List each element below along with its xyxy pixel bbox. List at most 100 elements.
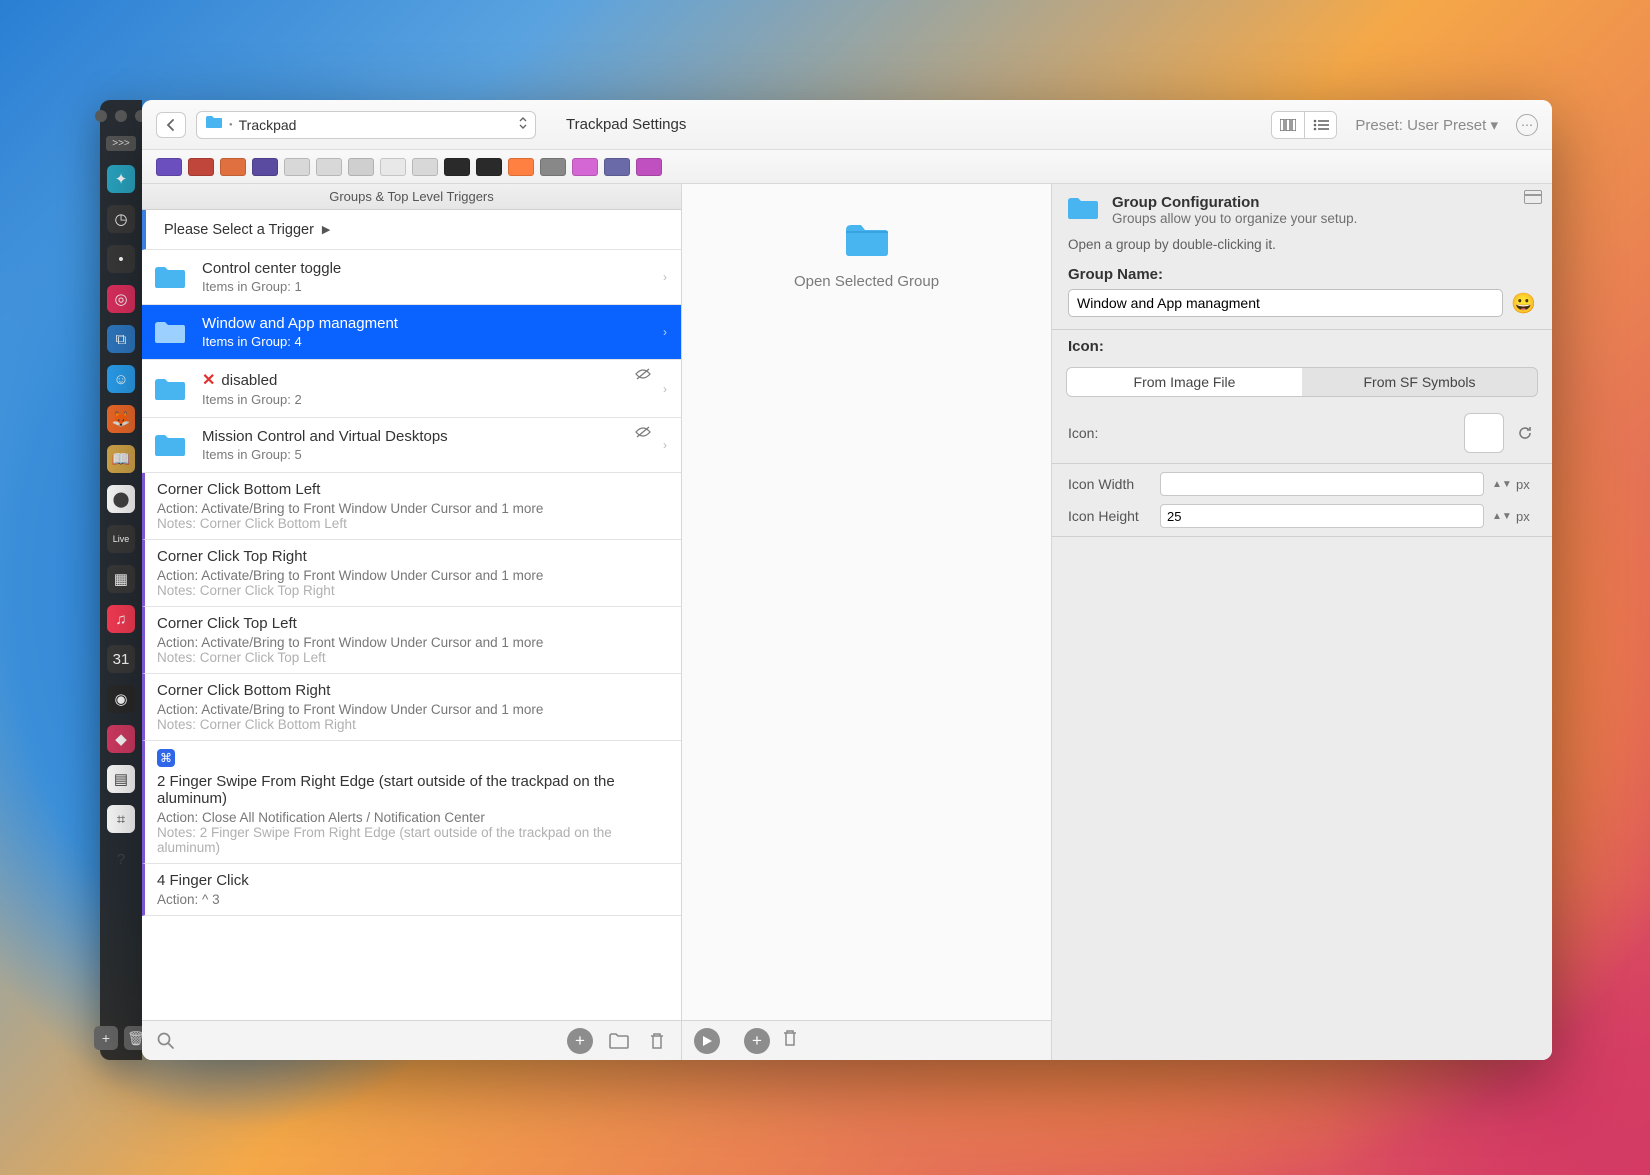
device-selector-2[interactable] [220, 158, 246, 176]
device-selector-6[interactable] [348, 158, 374, 176]
play-triangle-icon: ▶ [322, 223, 330, 236]
back-button[interactable] [156, 112, 186, 138]
dock-prompt[interactable]: >>> [106, 136, 136, 151]
trigger-notes: Notes: Corner Click Bottom Right [157, 717, 667, 732]
device-selector-12[interactable] [540, 158, 566, 176]
dock-app-books[interactable]: 📖 [107, 445, 135, 473]
group-trigger-list[interactable]: Control center toggleItems in Group: 1›W… [142, 250, 681, 1020]
device-selector-5[interactable] [316, 158, 342, 176]
config-panel-title: Group Configuration [1112, 194, 1357, 211]
folder-icon [1066, 194, 1100, 227]
hidden-eye-icon[interactable] [635, 426, 651, 441]
dock-app-finder[interactable]: ☺ [107, 365, 135, 393]
dock-app-clock[interactable]: ◷ [107, 205, 135, 233]
hidden-eye-icon[interactable] [635, 368, 651, 383]
dock-app-grid[interactable]: ▦ [107, 565, 135, 593]
dock-app-notes[interactable]: ▤ [107, 765, 135, 793]
dock-app-help[interactable]: ? [107, 845, 135, 873]
trigger-item[interactable]: Corner Click Bottom RightAction: Activat… [142, 674, 681, 741]
emoji-picker-button[interactable]: 😀 [1511, 291, 1536, 316]
dock-traffic-lights [95, 110, 147, 122]
device-selector-8[interactable] [412, 158, 438, 176]
more-button[interactable]: ⋯ [1516, 114, 1538, 136]
dock-app-chrome[interactable]: ⬤ [107, 485, 135, 513]
group-item[interactable]: ✕ disabledItems in Group: 2› [142, 360, 681, 418]
list-view-icon[interactable] [1304, 112, 1336, 138]
app-dock: >>> ✦◷•◎⧉☺🦊📖⬤Live▦♫31◉◆▤⌗? + 🗑 [100, 100, 142, 1060]
dock-app-bettertouchtool[interactable]: ✦ [107, 165, 135, 193]
search-icon[interactable] [154, 1029, 178, 1053]
trigger-title: Corner Click Top Right [157, 548, 667, 565]
device-selector-9[interactable] [444, 158, 470, 176]
device-selector-15[interactable] [636, 158, 662, 176]
group-name-input[interactable] [1068, 289, 1503, 317]
tab-from-image[interactable]: From Image File [1067, 368, 1302, 396]
trigger-notes: Notes: Corner Click Top Right [157, 583, 667, 598]
new-folder-icon[interactable] [607, 1029, 631, 1053]
width-stepper[interactable]: ▲▼ [1492, 481, 1508, 488]
device-selector-7[interactable] [380, 158, 406, 176]
device-selector-10[interactable] [476, 158, 502, 176]
dock-app-target[interactable]: ◎ [107, 285, 135, 313]
device-selector-11[interactable] [508, 158, 534, 176]
toolbar: ● Trackpad Trackpad Settings Preset: Use… [142, 100, 1552, 150]
content-area: Groups & Top Level Triggers Please Selec… [142, 184, 1552, 1060]
breadcrumb[interactable]: ● Trackpad [196, 111, 536, 139]
device-selector-13[interactable] [572, 158, 598, 176]
trigger-item[interactable]: Corner Click Top LeftAction: Activate/Br… [142, 607, 681, 674]
triggers-panel-header: Groups & Top Level Triggers [142, 184, 681, 210]
add-action-button[interactable]: + [744, 1028, 770, 1054]
dock-app-dot[interactable]: • [107, 245, 135, 273]
triggers-footer: + [142, 1020, 681, 1060]
preset-dropdown[interactable]: Preset: User Preset ▾ [1347, 112, 1506, 138]
device-selector-3[interactable] [252, 158, 278, 176]
dock-app-obs[interactable]: ◉ [107, 685, 135, 713]
dock-app-music[interactable]: ♫ [107, 605, 135, 633]
icon-height-label: Icon Height [1068, 508, 1152, 524]
icon-image-well[interactable] [1464, 413, 1504, 453]
folder-icon [150, 428, 190, 462]
run-action-button[interactable] [694, 1028, 720, 1054]
trigger-item[interactable]: Corner Click Bottom LeftAction: Activate… [142, 473, 681, 540]
detach-panel-icon[interactable] [1524, 190, 1542, 204]
chevron-right-icon: › [663, 438, 667, 452]
dock-app-diamond[interactable]: ◆ [107, 725, 135, 753]
icon-source-tabs[interactable]: From Image File From SF Symbols [1066, 367, 1538, 397]
dock-add-button[interactable]: + [94, 1026, 118, 1050]
group-title: Control center toggle [202, 260, 651, 277]
config-hint: Open a group by double-clicking it. [1052, 233, 1552, 262]
trigger-item[interactable]: 4 Finger ClickAction: ^ 3 [142, 864, 681, 916]
settings-title: Trackpad Settings [566, 116, 686, 133]
dock-app-firefox[interactable]: 🦊 [107, 405, 135, 433]
trigger-title: Corner Click Top Left [157, 615, 667, 632]
dock-app-calendar[interactable]: 31 [107, 645, 135, 673]
delete-trigger-icon[interactable] [645, 1029, 669, 1053]
device-selector-1[interactable] [188, 158, 214, 176]
device-selector-4[interactable] [284, 158, 310, 176]
open-group-label: Open Selected Group [794, 273, 939, 290]
group-item[interactable]: Control center toggleItems in Group: 1› [142, 250, 681, 305]
reset-icon-button[interactable] [1514, 422, 1536, 444]
icon-height-input[interactable] [1160, 504, 1484, 528]
trigger-item[interactable]: ⌘ 2 Finger Swipe From Right Edge (start … [142, 741, 681, 864]
group-subtitle: Items in Group: 4 [202, 334, 651, 349]
group-item[interactable]: Mission Control and Virtual DesktopsItem… [142, 418, 681, 473]
columns-view-icon[interactable] [1272, 112, 1304, 138]
add-trigger-button[interactable]: + [567, 1028, 593, 1054]
icon-width-input[interactable] [1160, 472, 1484, 496]
chevron-right-icon: › [663, 270, 667, 284]
dock-app-slack[interactable]: ⌗ [107, 805, 135, 833]
dock-app-live[interactable]: Live [107, 525, 135, 553]
trigger-item[interactable]: Corner Click Top RightAction: Activate/B… [142, 540, 681, 607]
trigger-notes: Notes: Corner Click Top Left [157, 650, 667, 665]
device-selector-14[interactable] [604, 158, 630, 176]
height-stepper[interactable]: ▲▼ [1492, 513, 1508, 520]
view-toggle[interactable] [1271, 111, 1337, 139]
group-item[interactable]: Window and App managmentItems in Group: … [142, 305, 681, 360]
tab-from-sf-symbols[interactable]: From SF Symbols [1302, 368, 1537, 396]
delete-action-icon[interactable] [782, 1029, 798, 1052]
trigger-action: Action: Close All Notification Alerts / … [157, 810, 667, 825]
dock-app-vscode[interactable]: ⧉ [107, 325, 135, 353]
device-selector-0[interactable] [156, 158, 182, 176]
select-trigger-prompt[interactable]: Please Select a Trigger ▶ [142, 210, 681, 250]
